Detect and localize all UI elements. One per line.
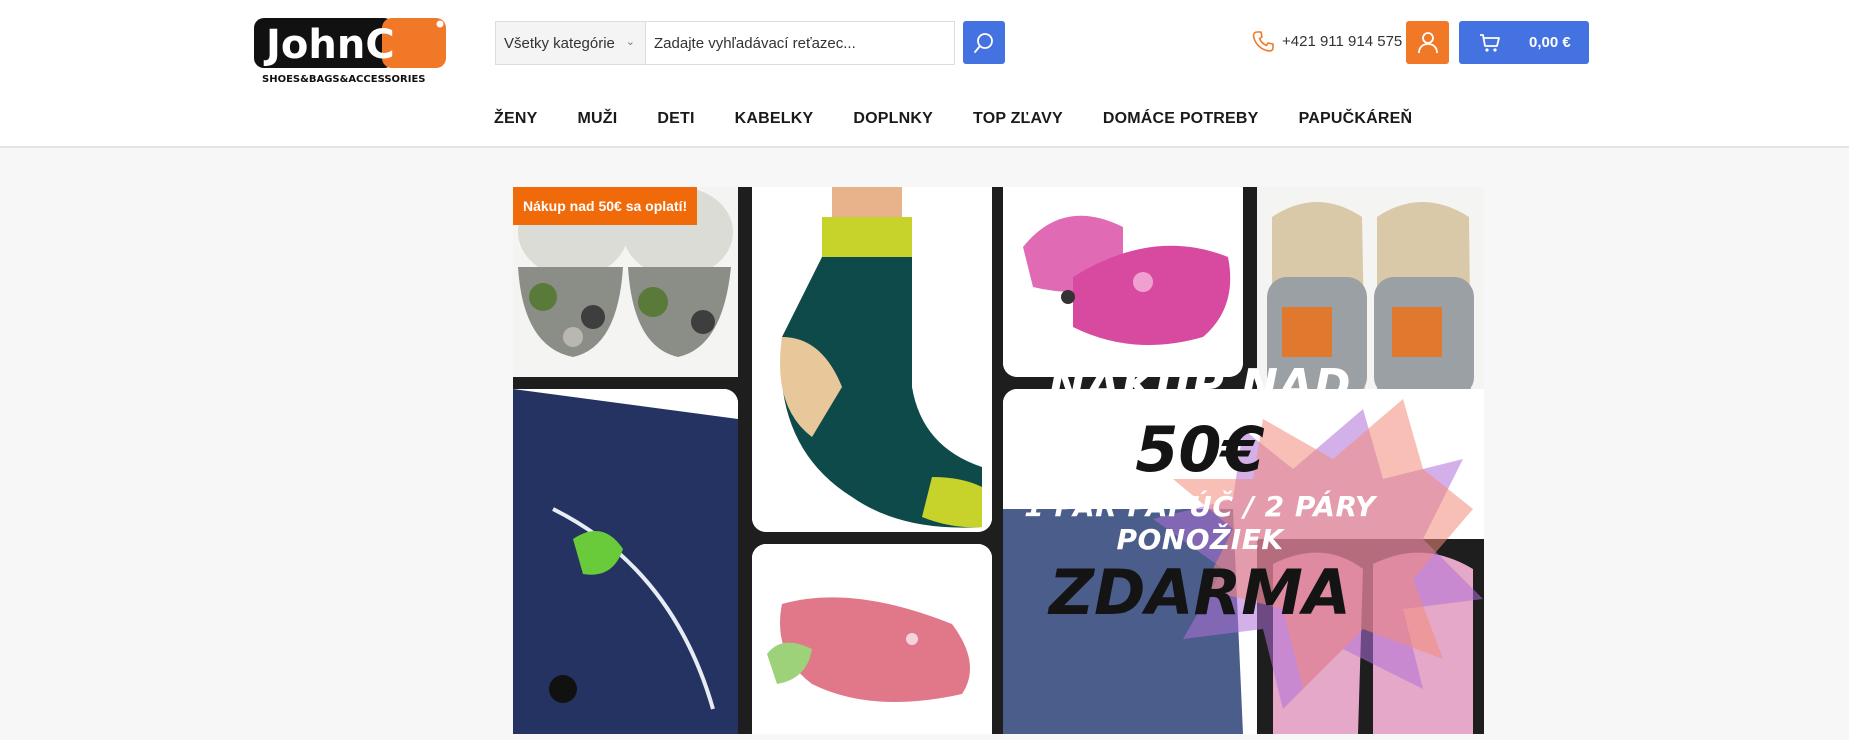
main-nav: ŽENY MUŽI DETI KABELKY DOPLNKY TOP ZĽAVY… [494,110,1452,128]
logo[interactable]: JohnC SHOES&BAGS&ACCESSORIES [254,18,448,86]
phone-number: +421 911 914 575 [1282,32,1403,50]
promo-headline: NÁKUP NAD 50€ 1 PÁR PAPÚČ / 2 PÁRY PONOŽ… [1000,360,1400,629]
search-icon [974,32,993,53]
nav-item-doplnky[interactable]: DOPLNKY [853,110,933,128]
search-button[interactable] [963,21,1005,64]
promo-line-4: ZDARMA [1049,556,1351,629]
product-image-sock [752,187,992,532]
cart-icon [1480,33,1500,52]
nav-item-kabelky[interactable]: KABELKY [735,110,814,128]
cart-button[interactable]: 0,00 € [1459,21,1589,64]
site-header: JohnC SHOES&BAGS&ACCESSORIES Všetky kate… [0,0,1849,148]
nav-item-deti[interactable]: DETI [657,110,694,128]
search-input[interactable] [646,22,954,64]
promo-badge: Nákup nad 50€ sa oplatí! [513,187,698,225]
promo-line-1: NÁKUP NAD [1048,360,1352,411]
product-image-navy-crocs [513,389,738,734]
nav-item-zeny[interactable]: ŽENY [494,110,537,128]
promo-line-2: 50€ [1135,413,1265,486]
user-icon [1417,31,1438,53]
nav-item-domace-potreby[interactable]: DOMÁCE POTREBY [1103,110,1259,128]
category-select-label: Všetky kategórie [504,34,615,52]
nav-item-top-zlavy[interactable]: TOP ZĽAVY [973,110,1063,128]
logo-text: JohnC [263,22,395,68]
logo-tagline: SHOES&BAGS&ACCESSORIES [262,74,425,85]
category-select[interactable]: Všetky kategórie ⌄ [496,22,646,64]
promo-line-3: 1 PÁR PAPÚČ / 2 PÁRY PONOŽIEK [1024,490,1376,556]
search-bar: Všetky kategórie ⌄ [495,21,955,65]
chevron-down-icon: ⌄ [625,36,635,48]
product-image-pink-clogs [1003,187,1243,377]
product-image-pink-flats [752,544,992,734]
phone-icon [1252,30,1274,52]
phone-contact[interactable]: +421 911 914 575 [1252,30,1402,52]
cart-total: 0,00 € [1529,34,1571,51]
nav-item-muzi[interactable]: MUŽI [577,110,617,128]
account-button[interactable] [1406,21,1449,64]
nav-item-papuckaren[interactable]: PAPUČKÁREŇ [1299,110,1413,128]
